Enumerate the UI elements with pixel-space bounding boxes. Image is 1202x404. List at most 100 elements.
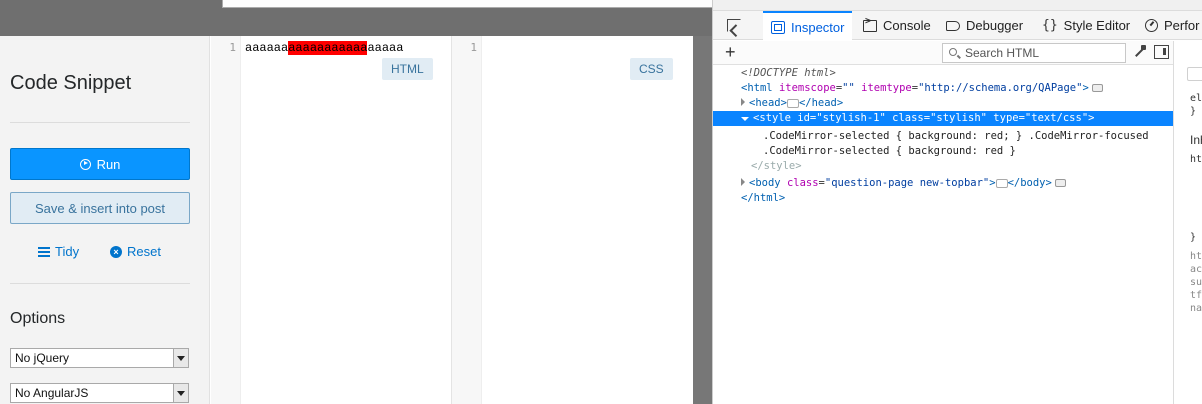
eyedropper-icon[interactable] [1132, 45, 1146, 59]
close-circle-icon: × [110, 245, 122, 258]
devtools-top-strip [713, 0, 1202, 10]
rule-fragment: } [1190, 106, 1197, 117]
code-text: aaaaaa [245, 41, 289, 55]
play-circle-icon [79, 158, 91, 170]
attr-value: "http://schema.org/QAPage" [918, 82, 1083, 94]
tab-label: Perfor [1164, 18, 1200, 33]
tab-label: Console [883, 18, 931, 33]
code-text: aaaaa [367, 41, 404, 55]
save-insert-button[interactable]: Save & insert into post [10, 192, 190, 224]
attr-value: "stylish" [930, 112, 987, 124]
search-icon [949, 48, 957, 56]
indent-icon [38, 246, 50, 257]
markup-node-head[interactable]: <head> </head> [713, 96, 1173, 111]
reset-label: Reset [127, 244, 161, 259]
collapse-triangle-icon[interactable] [741, 117, 749, 121]
tab-console[interactable]: Console [863, 11, 931, 40]
rule-fragment: htm [1190, 154, 1202, 165]
browser-address-bar-fragment [222, 0, 712, 8]
tidy-button[interactable]: Tidy [38, 244, 79, 259]
tag-name: </head> [798, 97, 844, 109]
save-insert-label: Save & insert into post [34, 200, 166, 216]
angular-select[interactable]: No AngularJS [10, 383, 189, 403]
rule-fragment: ele [1190, 93, 1202, 104]
doctype-text: <!DOCTYPE html> [741, 67, 836, 79]
attr-value: "question-page new-topbar" [824, 177, 990, 189]
page-overlay-backdrop [693, 36, 712, 404]
jquery-select-value: No jQuery [15, 351, 70, 365]
search-html-input[interactable]: Search HTML [942, 43, 1126, 63]
markup-node-style-close[interactable]: </style> [713, 159, 1173, 174]
attr-value: "text/css" [1024, 112, 1089, 124]
markup-node-doctype[interactable]: <!DOCTYPE html> [713, 66, 1173, 81]
attr-name: itemscope [778, 82, 836, 94]
jquery-select[interactable]: No jQuery [10, 348, 189, 368]
html-editor-code[interactable]: aaaaaaaaaaaaaaaaaaaaaa [245, 41, 403, 55]
html-editor-gutter: 1 [211, 36, 241, 404]
run-label: Run [96, 156, 121, 172]
markup-text-css2[interactable]: .CodeMirror-selected { background: red } [713, 144, 1173, 159]
add-node-button[interactable]: + [725, 43, 736, 61]
tab-performance[interactable]: Perfor [1145, 11, 1199, 40]
ellipsis-icon[interactable] [786, 98, 799, 108]
line-number: 1 [470, 41, 477, 54]
css-language-badge: CSS [630, 58, 673, 80]
attr-value: "stylish-1" [816, 112, 886, 124]
element-picker-icon[interactable] [727, 19, 741, 32]
tag-name: <head> [749, 97, 787, 109]
markup-node-html[interactable]: <html itemscope="" itemtype="http://sche… [713, 81, 1173, 96]
reset-button[interactable]: × Reset [110, 244, 161, 259]
html-language-badge: HTML [382, 58, 433, 80]
rule-fragment: acc [1190, 264, 1202, 275]
tidy-label: Tidy [55, 244, 80, 259]
expand-triangle-icon[interactable] [741, 178, 745, 186]
event-badge[interactable] [1054, 179, 1066, 187]
run-button[interactable]: Run [10, 148, 190, 180]
tag-name: <style [753, 112, 791, 124]
snippet-editor-modal: Code Snippet Run Save & insert into post… [0, 36, 693, 404]
rule-fragment: htm [1190, 251, 1202, 262]
chevron-down-icon [173, 384, 188, 402]
attr-value: "" [842, 82, 855, 94]
options-heading: Options [10, 310, 66, 327]
tag-name: <body [749, 177, 781, 189]
tab-label: Inspector [791, 19, 845, 35]
rule-fragment: nav [1190, 303, 1202, 314]
chevron-down-icon [173, 349, 188, 367]
tab-label: Debugger [966, 18, 1024, 33]
attr-name: class [786, 177, 819, 189]
tab-inspector[interactable]: Inspector [763, 11, 853, 41]
inspector-icon [771, 20, 785, 34]
debugger-icon [946, 20, 960, 31]
search-placeholder: Search HTML [965, 46, 1040, 60]
event-badge[interactable] [1091, 84, 1103, 92]
attr-name: id [797, 112, 810, 124]
gauge-icon [1145, 19, 1158, 32]
tab-debugger[interactable]: Debugger [946, 11, 1023, 40]
angular-select-value: No AngularJS [15, 386, 89, 400]
markup-text-css1[interactable]: .CodeMirror-selected { background: red; … [713, 129, 1173, 144]
markup-node-html-close[interactable]: </html> [713, 191, 1173, 206]
tag-name: </html> [741, 192, 786, 204]
tab-style-editor[interactable]: {} Style Editor [1042, 11, 1130, 40]
code-selected-text: aaaaaaaaaaa [288, 41, 368, 55]
expand-triangle-icon[interactable] [741, 98, 745, 106]
rule-fragment: tfo [1190, 290, 1202, 301]
inspector-toolbar: + Search HTML [713, 41, 1173, 65]
tag-name: </style> [751, 160, 802, 172]
markup-view: <!DOCTYPE html> <html itemscope="" itemt… [713, 66, 1173, 404]
tab-label: Style Editor [1063, 18, 1131, 33]
snippet-title: Code Snippet [10, 72, 132, 94]
devtools-tabbar: Inspector Console Debugger {} Style Edit… [713, 10, 1202, 41]
rules-filter-input[interactable] [1187, 67, 1202, 81]
tag-name: </body> [1007, 177, 1052, 189]
ellipsis-icon[interactable] [995, 178, 1008, 188]
markup-node-style-selected[interactable]: <style id="stylish-1" class="stylish" ty… [713, 111, 1173, 126]
toggle-sidebar-icon[interactable] [1154, 45, 1169, 59]
rules-sidebar-pane: ele } Inh htm } htm acc sub tfo nav [1173, 41, 1202, 404]
markup-node-body[interactable]: <body class="question-page new-topbar"> <… [713, 176, 1173, 191]
attr-name: type [993, 112, 1019, 124]
inherited-heading: Inh [1190, 133, 1202, 147]
tag-name: <html [741, 82, 773, 94]
divider [10, 122, 190, 123]
